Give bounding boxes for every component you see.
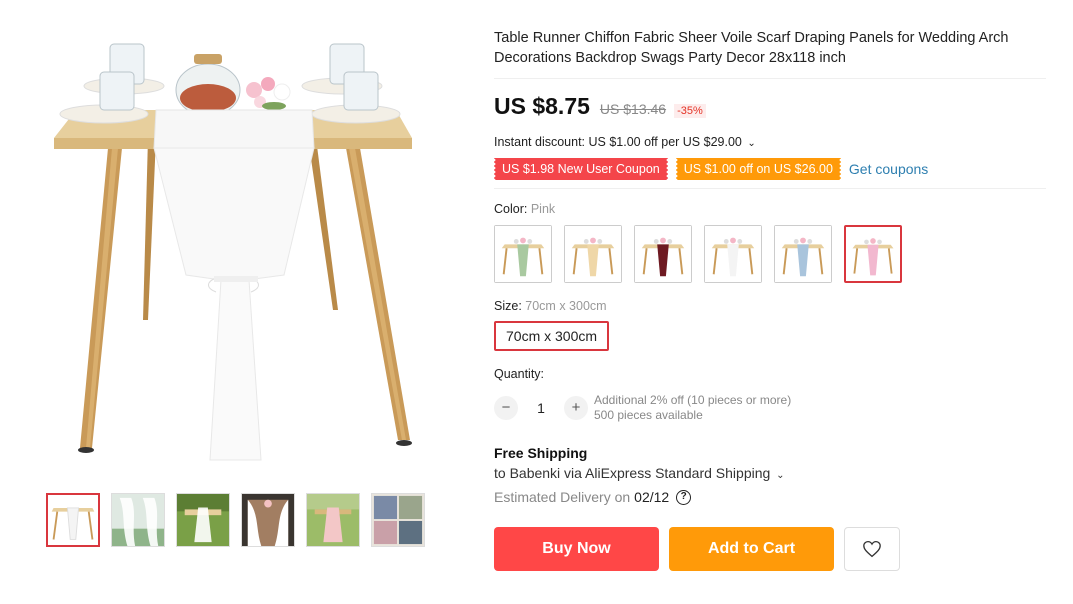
delivery-date: 02/12 (634, 489, 670, 505)
heart-icon (863, 540, 881, 558)
main-product-image[interactable] (46, 30, 426, 470)
current-price: US $8.75 (494, 93, 590, 119)
color-swatches (494, 225, 1046, 283)
coupon-row: US $1.98 New User Coupon US $1.00 off on… (494, 158, 1046, 180)
shipping-method[interactable]: to Babenki via AliExpress Standard Shipp… (494, 465, 1046, 481)
estimated-delivery: Estimated Delivery on 02/12 ? (494, 489, 1046, 505)
decrease-quantity-button[interactable]: − (494, 396, 518, 420)
increase-quantity-button[interactable]: + (564, 396, 588, 420)
help-icon[interactable]: ? (676, 489, 692, 505)
new-user-coupon[interactable]: US $1.98 New User Coupon (494, 158, 668, 180)
stock-available: 500 pieces available (594, 408, 703, 422)
instant-discount[interactable]: Instant discount: US $1.00 off per US $2… (494, 135, 1046, 149)
thumbnail-5[interactable] (306, 493, 360, 547)
delivery-label: Estimated Delivery on (494, 489, 631, 505)
color-swatch-champagne[interactable] (564, 225, 622, 283)
wishlist-button[interactable] (844, 527, 900, 571)
quantity-label: Quantity: (494, 367, 545, 381)
thumbnail-strip (46, 493, 425, 547)
quantity-value[interactable]: 1 (518, 400, 564, 416)
shipping-method-text: to Babenki via AliExpress Standard Shipp… (494, 465, 771, 481)
divider (494, 188, 1046, 189)
size-label: Size: 70cm x 300cm (494, 299, 1046, 313)
quantity-note: Additional 2% off (10 pieces or more) 50… (594, 393, 791, 423)
color-swatch-pink[interactable] (844, 225, 902, 283)
shipping-title: Free Shipping (494, 445, 588, 461)
product-info: Table Runner Chiffon Fabric Sheer Voile … (494, 28, 1046, 571)
thumbnail-4[interactable] (241, 493, 295, 547)
size-label-text: Size: (494, 299, 522, 313)
color-swatch-dusty-blue[interactable] (774, 225, 832, 283)
original-price: US $13.46 (599, 101, 667, 117)
action-buttons: Buy Now Add to Cart (494, 527, 1046, 571)
color-swatch-sage-green[interactable] (494, 225, 552, 283)
thumbnail-2[interactable] (111, 493, 165, 547)
shipping-section: Free Shipping to Babenki via AliExpress … (494, 445, 1046, 505)
divider (494, 78, 1046, 79)
get-coupons-link[interactable]: Get coupons (849, 161, 928, 177)
bulk-discount-note: Additional 2% off (10 pieces or more) (594, 393, 792, 407)
chevron-down-icon: ⌄ (776, 470, 785, 481)
thumbnail-3[interactable] (176, 493, 230, 547)
store-coupon[interactable]: US $1.00 off on US $26.00 (675, 158, 841, 180)
buy-now-button[interactable]: Buy Now (494, 527, 659, 571)
add-to-cart-button[interactable]: Add to Cart (669, 527, 834, 571)
color-label: Color: Pink (494, 202, 1046, 216)
chevron-down-icon: ⌄ (747, 138, 756, 149)
size-option-70x300[interactable]: 70cm x 300cm (494, 321, 610, 351)
size-selected-value: 70cm x 300cm (525, 299, 607, 313)
thumbnail-6[interactable] (371, 493, 425, 547)
color-selected-value: Pink (530, 202, 556, 216)
instant-discount-text: Instant discount: US $1.00 off per US $2… (494, 135, 742, 149)
color-label-text: Color: (494, 202, 528, 216)
color-swatch-burgundy[interactable] (634, 225, 692, 283)
color-swatch-white[interactable] (704, 225, 762, 283)
quantity-stepper: − 1 + Additional 2% off (10 pieces or mo… (494, 393, 1046, 423)
price-row: US $8.75 US $13.46 -35% (494, 93, 1046, 120)
thumbnail-1[interactable] (46, 493, 100, 547)
discount-badge: -35% (674, 104, 706, 118)
product-title: Table Runner Chiffon Fabric Sheer Voile … (494, 30, 1009, 66)
